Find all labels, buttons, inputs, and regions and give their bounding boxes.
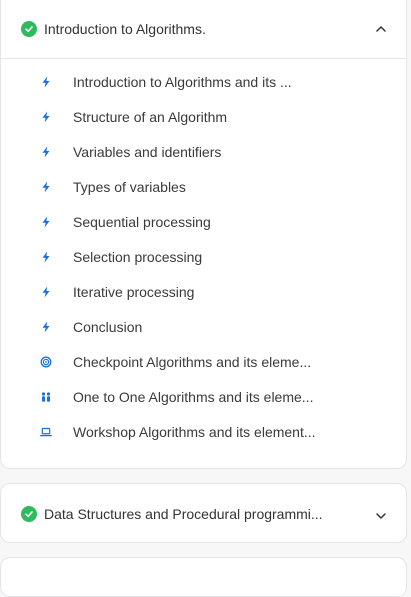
lesson-item[interactable]: Introduction to Algorithms and its ...	[1, 64, 406, 99]
laptop-icon	[39, 425, 53, 439]
module-title: Introduction to Algorithms.	[44, 21, 206, 37]
target-icon	[39, 355, 53, 369]
lesson-label: Structure of an Algorithm	[73, 108, 228, 125]
lesson-item[interactable]: Workshop Algorithms and its element...	[1, 414, 406, 449]
lesson-item[interactable]: Checkpoint Algorithms and its eleme...	[1, 344, 406, 379]
chevron-down-icon[interactable]	[374, 509, 388, 523]
check-circle-icon	[21, 21, 37, 37]
lesson-label: Variables and identifiers	[73, 143, 222, 160]
lightning-icon	[39, 215, 53, 229]
module-title: Data Structures and Procedural programmi…	[44, 506, 323, 522]
lightning-icon	[39, 110, 53, 124]
lesson-item[interactable]: Structure of an Algorithm	[1, 99, 406, 134]
lesson-label: Checkpoint Algorithms and its eleme...	[73, 353, 312, 370]
lightning-icon	[39, 145, 53, 159]
lesson-item[interactable]: Selection processing	[1, 239, 406, 274]
chevron-up-icon[interactable]	[374, 22, 388, 36]
module-header-introduction[interactable]: Introduction to Algorithms.	[1, 0, 406, 59]
lesson-item[interactable]: Variables and identifiers	[1, 134, 406, 169]
lesson-label: Introduction to Algorithms and its ...	[73, 73, 292, 90]
lightning-icon	[39, 285, 53, 299]
lightning-icon	[39, 320, 53, 334]
lesson-item[interactable]: Iterative processing	[1, 274, 406, 309]
check-circle-icon	[21, 506, 37, 522]
lesson-label: One to One Algorithms and its eleme...	[73, 388, 314, 405]
lesson-item[interactable]: Conclusion	[1, 309, 406, 344]
lesson-item[interactable]: Types of variables	[1, 169, 406, 204]
lesson-label: Workshop Algorithms and its element...	[73, 423, 316, 440]
people-icon	[39, 390, 53, 404]
module-header-data-structures[interactable]: Data Structures and Procedural programmi…	[1, 484, 406, 544]
lesson-label: Sequential processing	[73, 213, 211, 230]
lesson-label: Types of variables	[73, 178, 186, 195]
lesson-item[interactable]: One to One Algorithms and its eleme...	[1, 379, 406, 414]
lightning-icon	[39, 75, 53, 89]
lesson-label: Selection processing	[73, 248, 203, 265]
lesson-label: Conclusion	[73, 318, 143, 335]
lesson-item[interactable]: Sequential processing	[1, 204, 406, 239]
module-card-next[interactable]	[0, 557, 407, 597]
lightning-icon	[39, 180, 53, 194]
module-card-introduction: Introduction to Algorithms. Introduction…	[0, 0, 407, 469]
lightning-icon	[39, 250, 53, 264]
module-card-data-structures: Data Structures and Procedural programmi…	[0, 483, 407, 543]
lesson-label: Iterative processing	[73, 283, 195, 300]
lesson-list: Introduction to Algorithms and its ... S…	[1, 64, 406, 449]
